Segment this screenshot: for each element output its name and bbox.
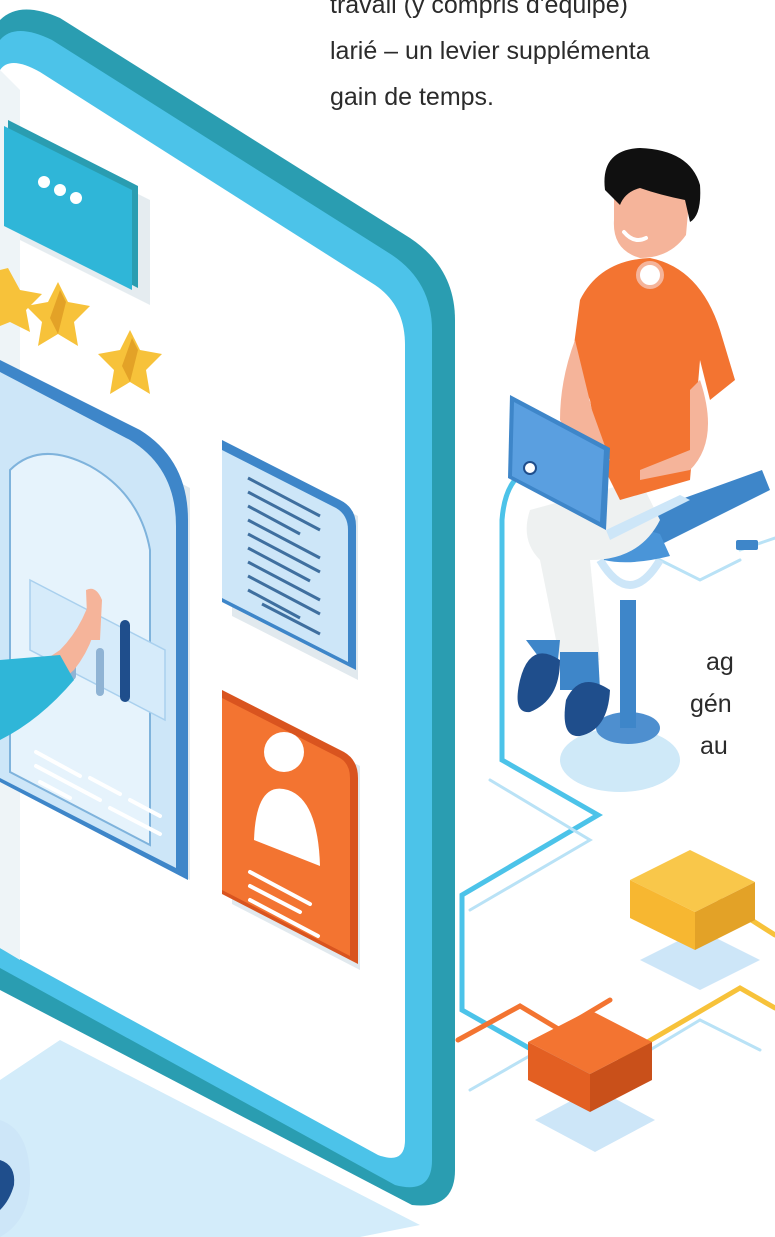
isometric-illustration [0,9,775,1237]
shoe-icon [517,653,560,713]
avatar-icon [264,732,304,772]
orange-box [528,1010,655,1152]
chart-bar [120,620,130,702]
chart-bar [96,648,104,696]
dot-icon [38,176,50,188]
dot-icon [54,184,66,196]
yellow-box [630,850,760,990]
dot-icon [70,192,82,204]
